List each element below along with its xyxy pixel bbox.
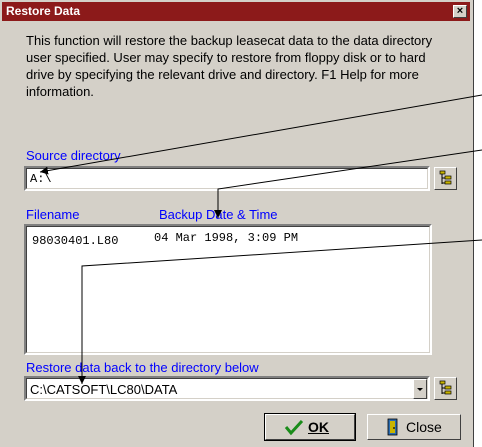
restore-directory-value[interactable]: C:\CATSOFT\LC80\DATA <box>30 382 177 397</box>
close-button[interactable]: Close <box>367 414 461 440</box>
source-directory-label: Source directory <box>26 148 121 163</box>
restore-dropdown-button[interactable] <box>413 379 427 399</box>
close-window-button[interactable]: × <box>453 5 467 18</box>
ok-button[interactable]: OK <box>264 413 356 441</box>
ok-label[interactable]: OK <box>308 419 329 435</box>
folder-tree-icon[interactable] <box>435 378 456 399</box>
filename-column-label: Filename <box>26 207 80 222</box>
file-datetime-cell[interactable]: 04 Mar 1998, 3:09 PM <box>154 231 298 245</box>
checkmark-icon <box>284 419 304 436</box>
door-icon <box>387 418 398 436</box>
window-title: Restore Data <box>6 4 81 18</box>
backup-date-column-label: Backup Date & Time <box>159 207 278 222</box>
list-item[interactable]: 98030401.L80 04 Mar 1998, 3:09 PM <box>32 231 298 248</box>
restore-data-dialog: Restore Data × This function will restor… <box>0 0 474 447</box>
close-icon[interactable]: × <box>457 5 463 17</box>
restore-directory-label: Restore data back to the directory below <box>26 360 259 375</box>
description-text: This function will restore the backup le… <box>26 33 433 99</box>
close-label[interactable]: Close <box>406 419 442 435</box>
backup-file-list[interactable]: 98030401.L80 04 Mar 1998, 3:09 PM <box>24 224 432 355</box>
folder-tree-icon[interactable] <box>435 168 456 189</box>
restore-browse-button[interactable] <box>434 377 457 400</box>
dropdown-arrow-icon[interactable] <box>414 380 426 398</box>
title-bar: Restore Data × <box>2 2 470 21</box>
source-directory-input[interactable]: A:\ <box>24 166 430 191</box>
restore-directory-combobox[interactable]: C:\CATSOFT\LC80\DATA <box>24 376 430 401</box>
source-browse-button[interactable] <box>434 167 457 190</box>
source-directory-value[interactable]: A:\ <box>30 172 52 186</box>
file-name-cell[interactable]: 98030401.L80 <box>32 234 118 248</box>
